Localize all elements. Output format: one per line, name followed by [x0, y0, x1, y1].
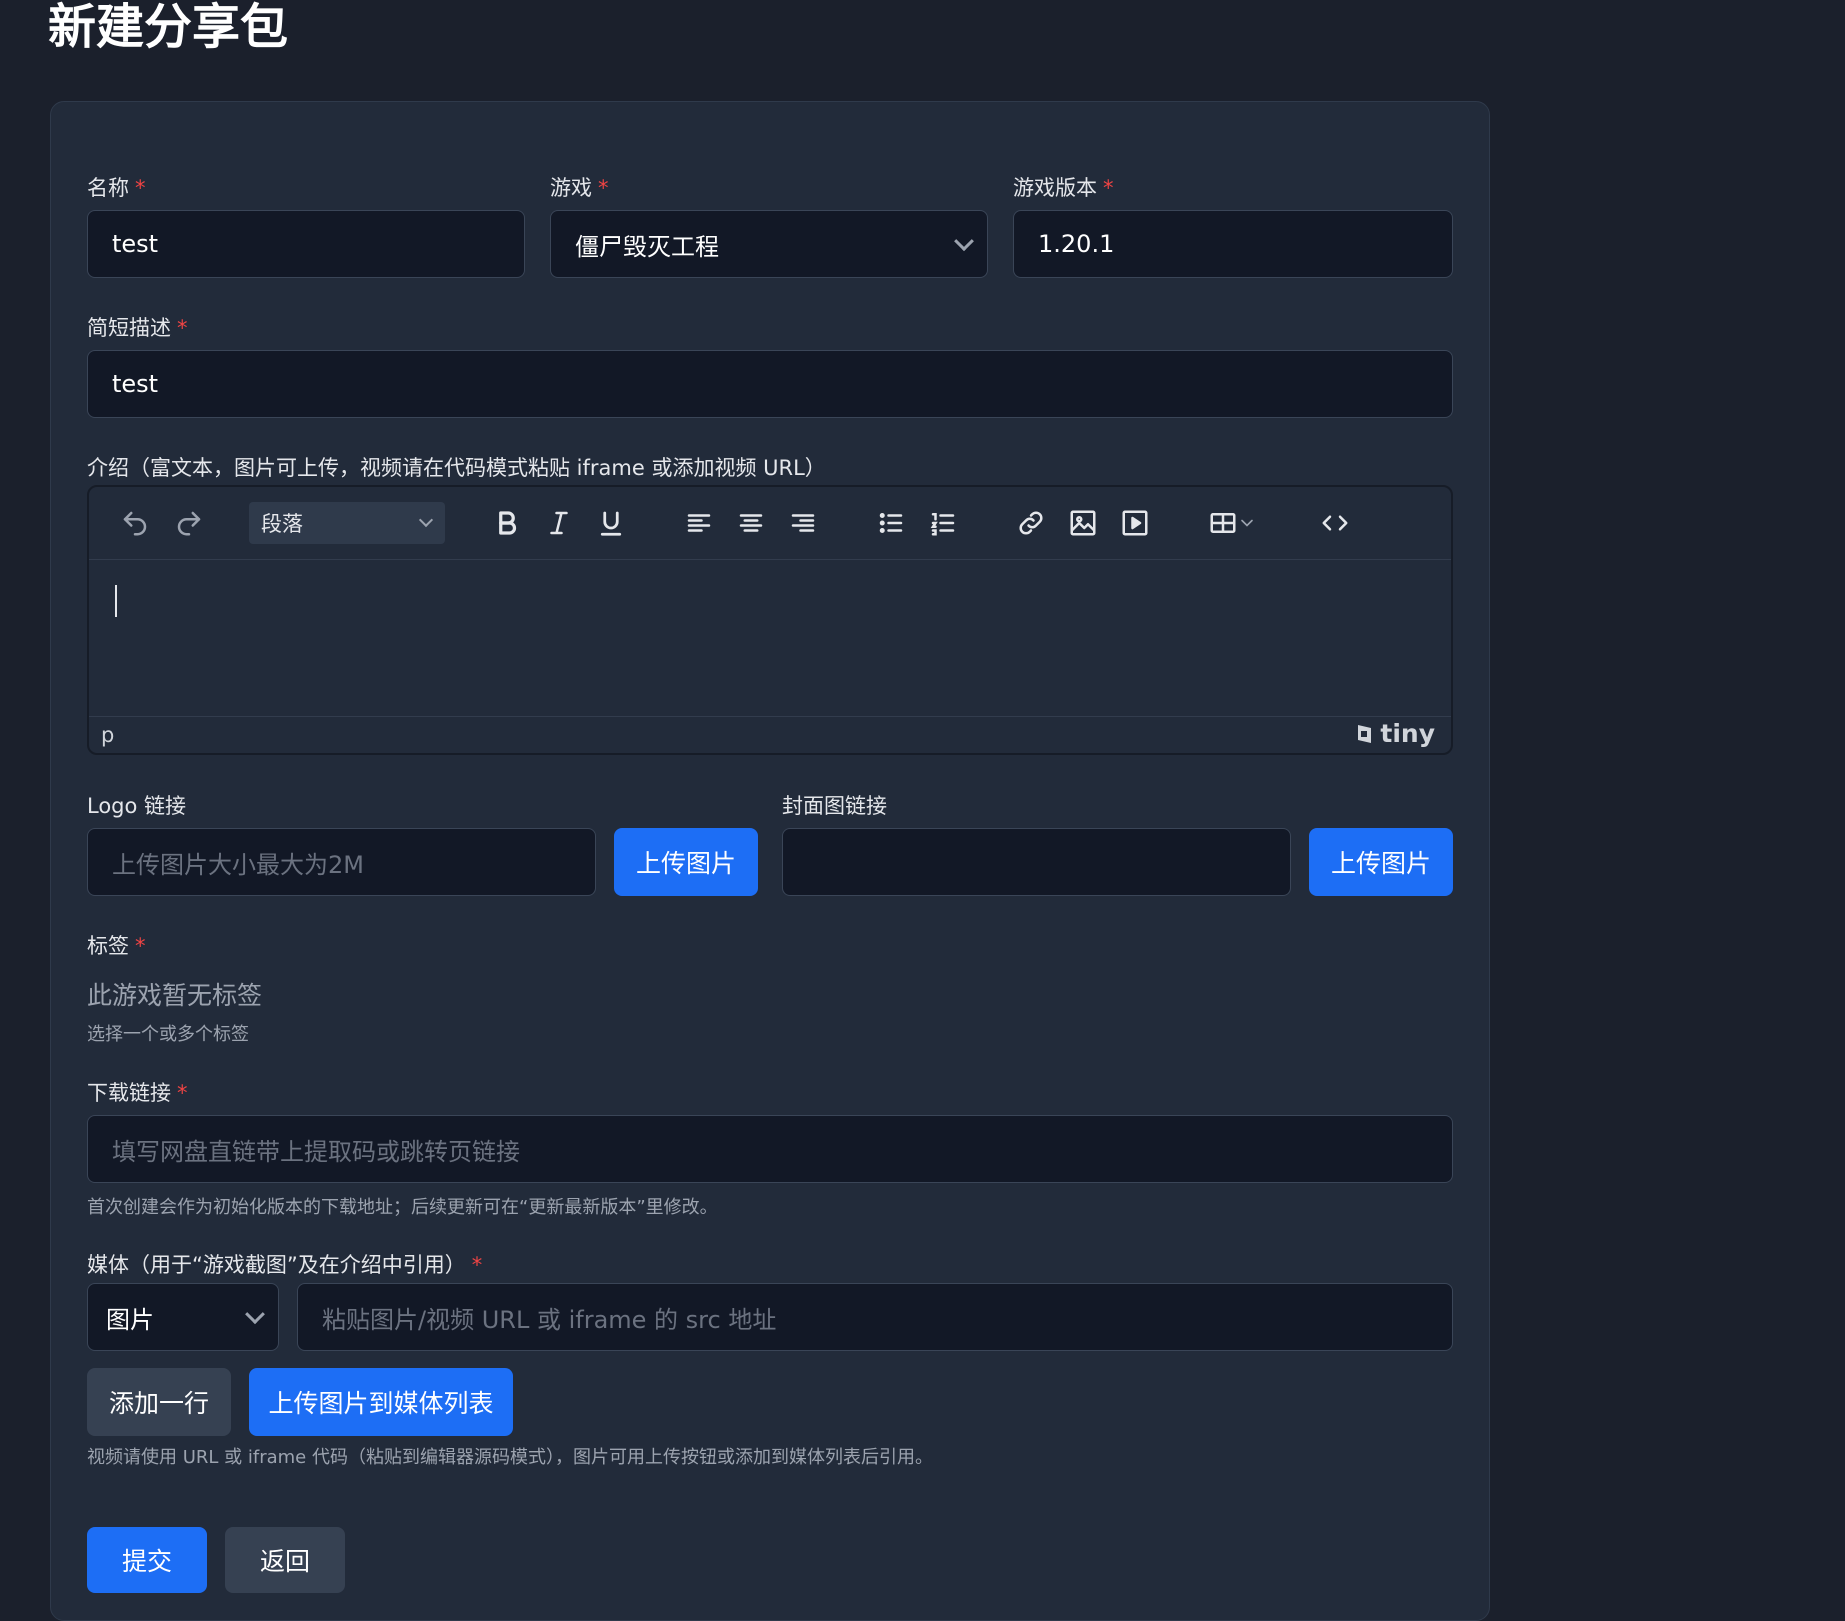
media-icon[interactable]	[1117, 505, 1153, 541]
editor-toolbar: 段落	[89, 487, 1451, 560]
back-button[interactable]: 返回	[225, 1527, 345, 1593]
link-icon[interactable]	[1013, 505, 1049, 541]
required-mark: *	[1103, 176, 1114, 200]
media-type-select[interactable]: 图片	[87, 1283, 279, 1351]
block-format-select[interactable]: 段落	[249, 502, 445, 544]
image-icon[interactable]	[1065, 505, 1101, 541]
download-hint: 首次创建会作为初始化版本的下载地址；后续更新可在“更新最新版本”里修改。	[87, 1197, 718, 1218]
submit-button[interactable]: 提交	[87, 1527, 207, 1593]
required-mark: *	[598, 176, 609, 200]
game-version-label: 游戏版本 *	[1013, 176, 1114, 200]
element-path[interactable]: p	[101, 723, 114, 747]
tags-empty-text: 此游戏暂无标签	[87, 981, 263, 1010]
numbered-list-icon[interactable]	[925, 505, 961, 541]
media-label: 媒体（用于“游戏截图”及在介绍中引用） *	[87, 1253, 483, 1277]
intro-label: 介绍（富文本，图片可上传，视频请在代码模式粘贴 iframe 或添加视频 URL…	[87, 456, 826, 480]
logo-upload-button[interactable]: 上传图片	[614, 828, 758, 896]
align-left-icon[interactable]	[681, 505, 717, 541]
tags-hint: 选择一个或多个标签	[87, 1024, 249, 1045]
download-input[interactable]: 填写网盘直链带上提取码或跳转页链接	[87, 1115, 1453, 1183]
code-icon[interactable]	[1317, 505, 1353, 541]
tags-label: 标签 *	[87, 934, 146, 958]
game-label: 游戏 *	[550, 176, 609, 200]
underline-icon[interactable]	[593, 505, 629, 541]
chevron-down-icon	[245, 1304, 265, 1325]
game-select[interactable]: 僵尸毁灭工程	[550, 210, 988, 278]
bullet-list-icon[interactable]	[873, 505, 909, 541]
table-icon[interactable]	[1205, 505, 1241, 541]
short-desc-input[interactable]: test	[87, 350, 1453, 418]
align-center-icon[interactable]	[733, 505, 769, 541]
italic-icon[interactable]	[541, 505, 577, 541]
required-mark: *	[177, 1081, 188, 1105]
required-mark: *	[135, 934, 146, 958]
media-hint: 视频请使用 URL 或 iframe 代码（粘贴到编辑器源码模式），图片可用上传…	[87, 1447, 933, 1468]
text-caret	[115, 585, 117, 617]
chevron-down-icon	[418, 512, 434, 528]
upload-to-media-button[interactable]: 上传图片到媒体列表	[249, 1368, 513, 1436]
required-mark: *	[471, 1253, 483, 1277]
cover-upload-button[interactable]: 上传图片	[1309, 828, 1453, 896]
logo-label: Logo 链接	[87, 794, 187, 818]
undo-icon[interactable]	[117, 505, 153, 541]
required-mark: *	[135, 176, 146, 200]
editor-content-area[interactable]	[89, 560, 1451, 720]
cover-label: 封面图链接	[782, 794, 887, 818]
redo-icon[interactable]	[171, 505, 207, 541]
name-label: 名称 *	[87, 176, 146, 200]
add-row-button[interactable]: 添加一行	[87, 1368, 231, 1436]
rich-text-editor[interactable]: 段落 p tiny	[87, 485, 1453, 755]
logo-input[interactable]: 上传图片大小最大为2M	[87, 828, 596, 896]
page-title: 新建分享包	[48, 0, 289, 55]
tiny-logo-icon	[1358, 724, 1372, 743]
short-desc-label: 简短描述 *	[87, 316, 188, 340]
tiny-logo[interactable]: tiny	[1352, 719, 1435, 748]
required-mark: *	[177, 316, 188, 340]
media-url-input[interactable]: 粘贴图片/视频 URL 或 iframe 的 src 地址	[297, 1283, 1453, 1351]
editor-statusbar: p tiny	[89, 716, 1451, 753]
chevron-down-icon[interactable]	[1237, 505, 1257, 541]
cover-input[interactable]	[782, 828, 1291, 896]
game-version-input[interactable]: 1.20.1	[1013, 210, 1453, 278]
chevron-down-icon	[954, 231, 974, 252]
align-right-icon[interactable]	[785, 505, 821, 541]
download-label: 下载链接 *	[87, 1081, 188, 1105]
bold-icon[interactable]	[489, 505, 525, 541]
name-input[interactable]: test	[87, 210, 525, 278]
